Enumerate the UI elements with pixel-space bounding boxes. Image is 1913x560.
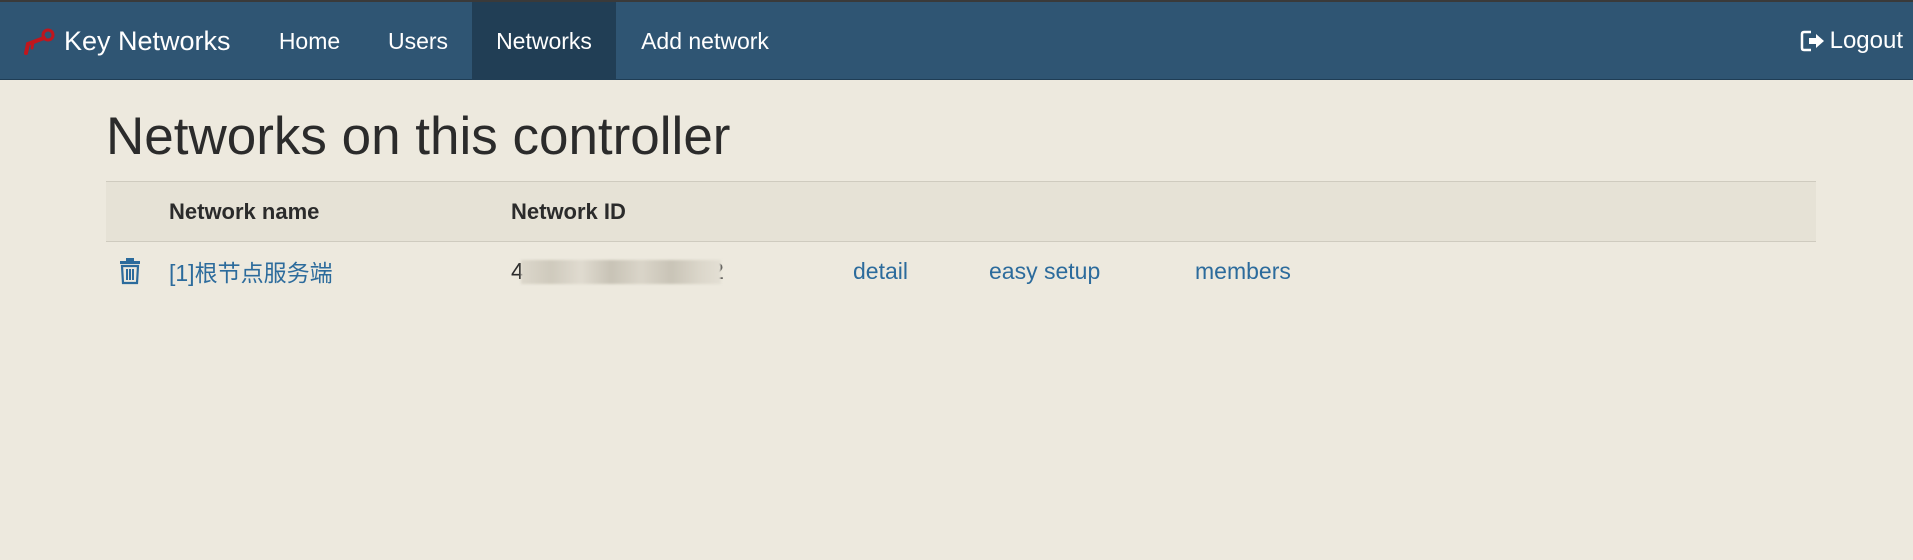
logout-label: Logout [1829,27,1903,54]
redacted-network-id [521,260,721,284]
nav-add-network-label: Add network [641,27,769,54]
nav-add-network[interactable]: Add network [622,2,788,80]
header-network-name: Network name [169,198,320,224]
key-icon [24,28,55,55]
nav-users-label: Users [387,27,449,54]
members-link[interactable]: members [1195,243,1291,299]
brand-link[interactable]: Key Networks [20,2,231,80]
nav-users[interactable]: Users [370,2,466,80]
network-name-link[interactable]: [1]根节点服务端 [169,243,333,299]
logout-icon [1800,30,1824,52]
detail-link[interactable]: detail [853,243,908,299]
nav-networks[interactable]: Networks [472,2,616,80]
logout-button[interactable]: Logout [1800,2,1903,80]
nav-home[interactable]: Home [262,2,357,80]
table-header: Network name Network ID [106,181,1816,242]
nav-home-label: Home [278,27,341,54]
delete-network-button[interactable] [118,243,142,299]
brand-title: Key Networks [64,25,231,56]
header-network-id: Network ID [511,198,626,224]
network-id: 4 2 [511,243,731,299]
easy-setup-link[interactable]: easy setup [989,243,1100,299]
trash-icon [120,258,140,285]
page-title: Networks on this controller [106,107,731,166]
table-row: [1]根节点服务端 4 2 detail easy setup members [106,243,1816,299]
nav-networks-label: Networks [496,27,592,54]
top-navbar: Key Networks Home Users Networks Add net… [0,0,1913,80]
